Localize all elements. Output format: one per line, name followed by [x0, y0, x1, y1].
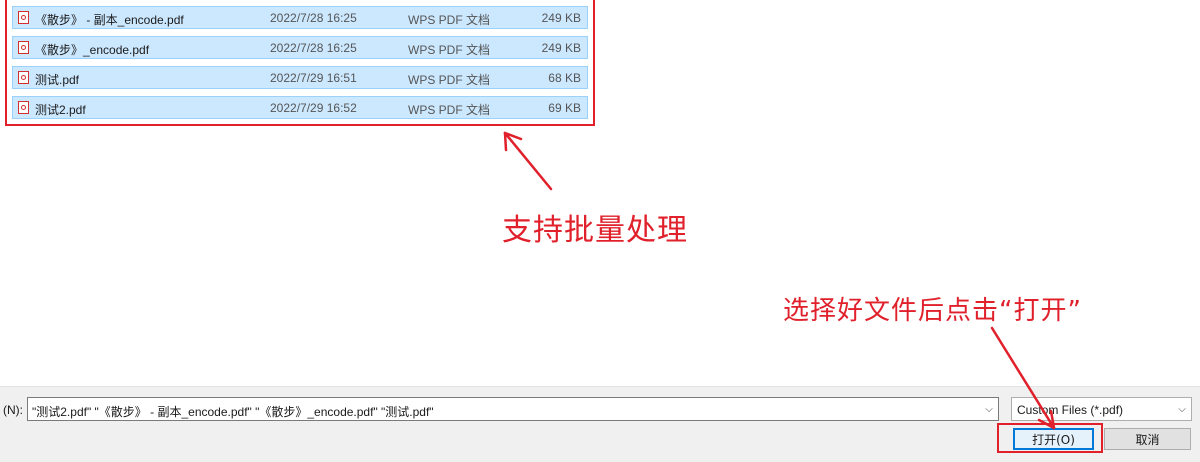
arrow-to-file-list [503, 131, 553, 191]
annotation-arrows [503, 131, 1056, 430]
arrow-to-open-button [990, 326, 1056, 430]
